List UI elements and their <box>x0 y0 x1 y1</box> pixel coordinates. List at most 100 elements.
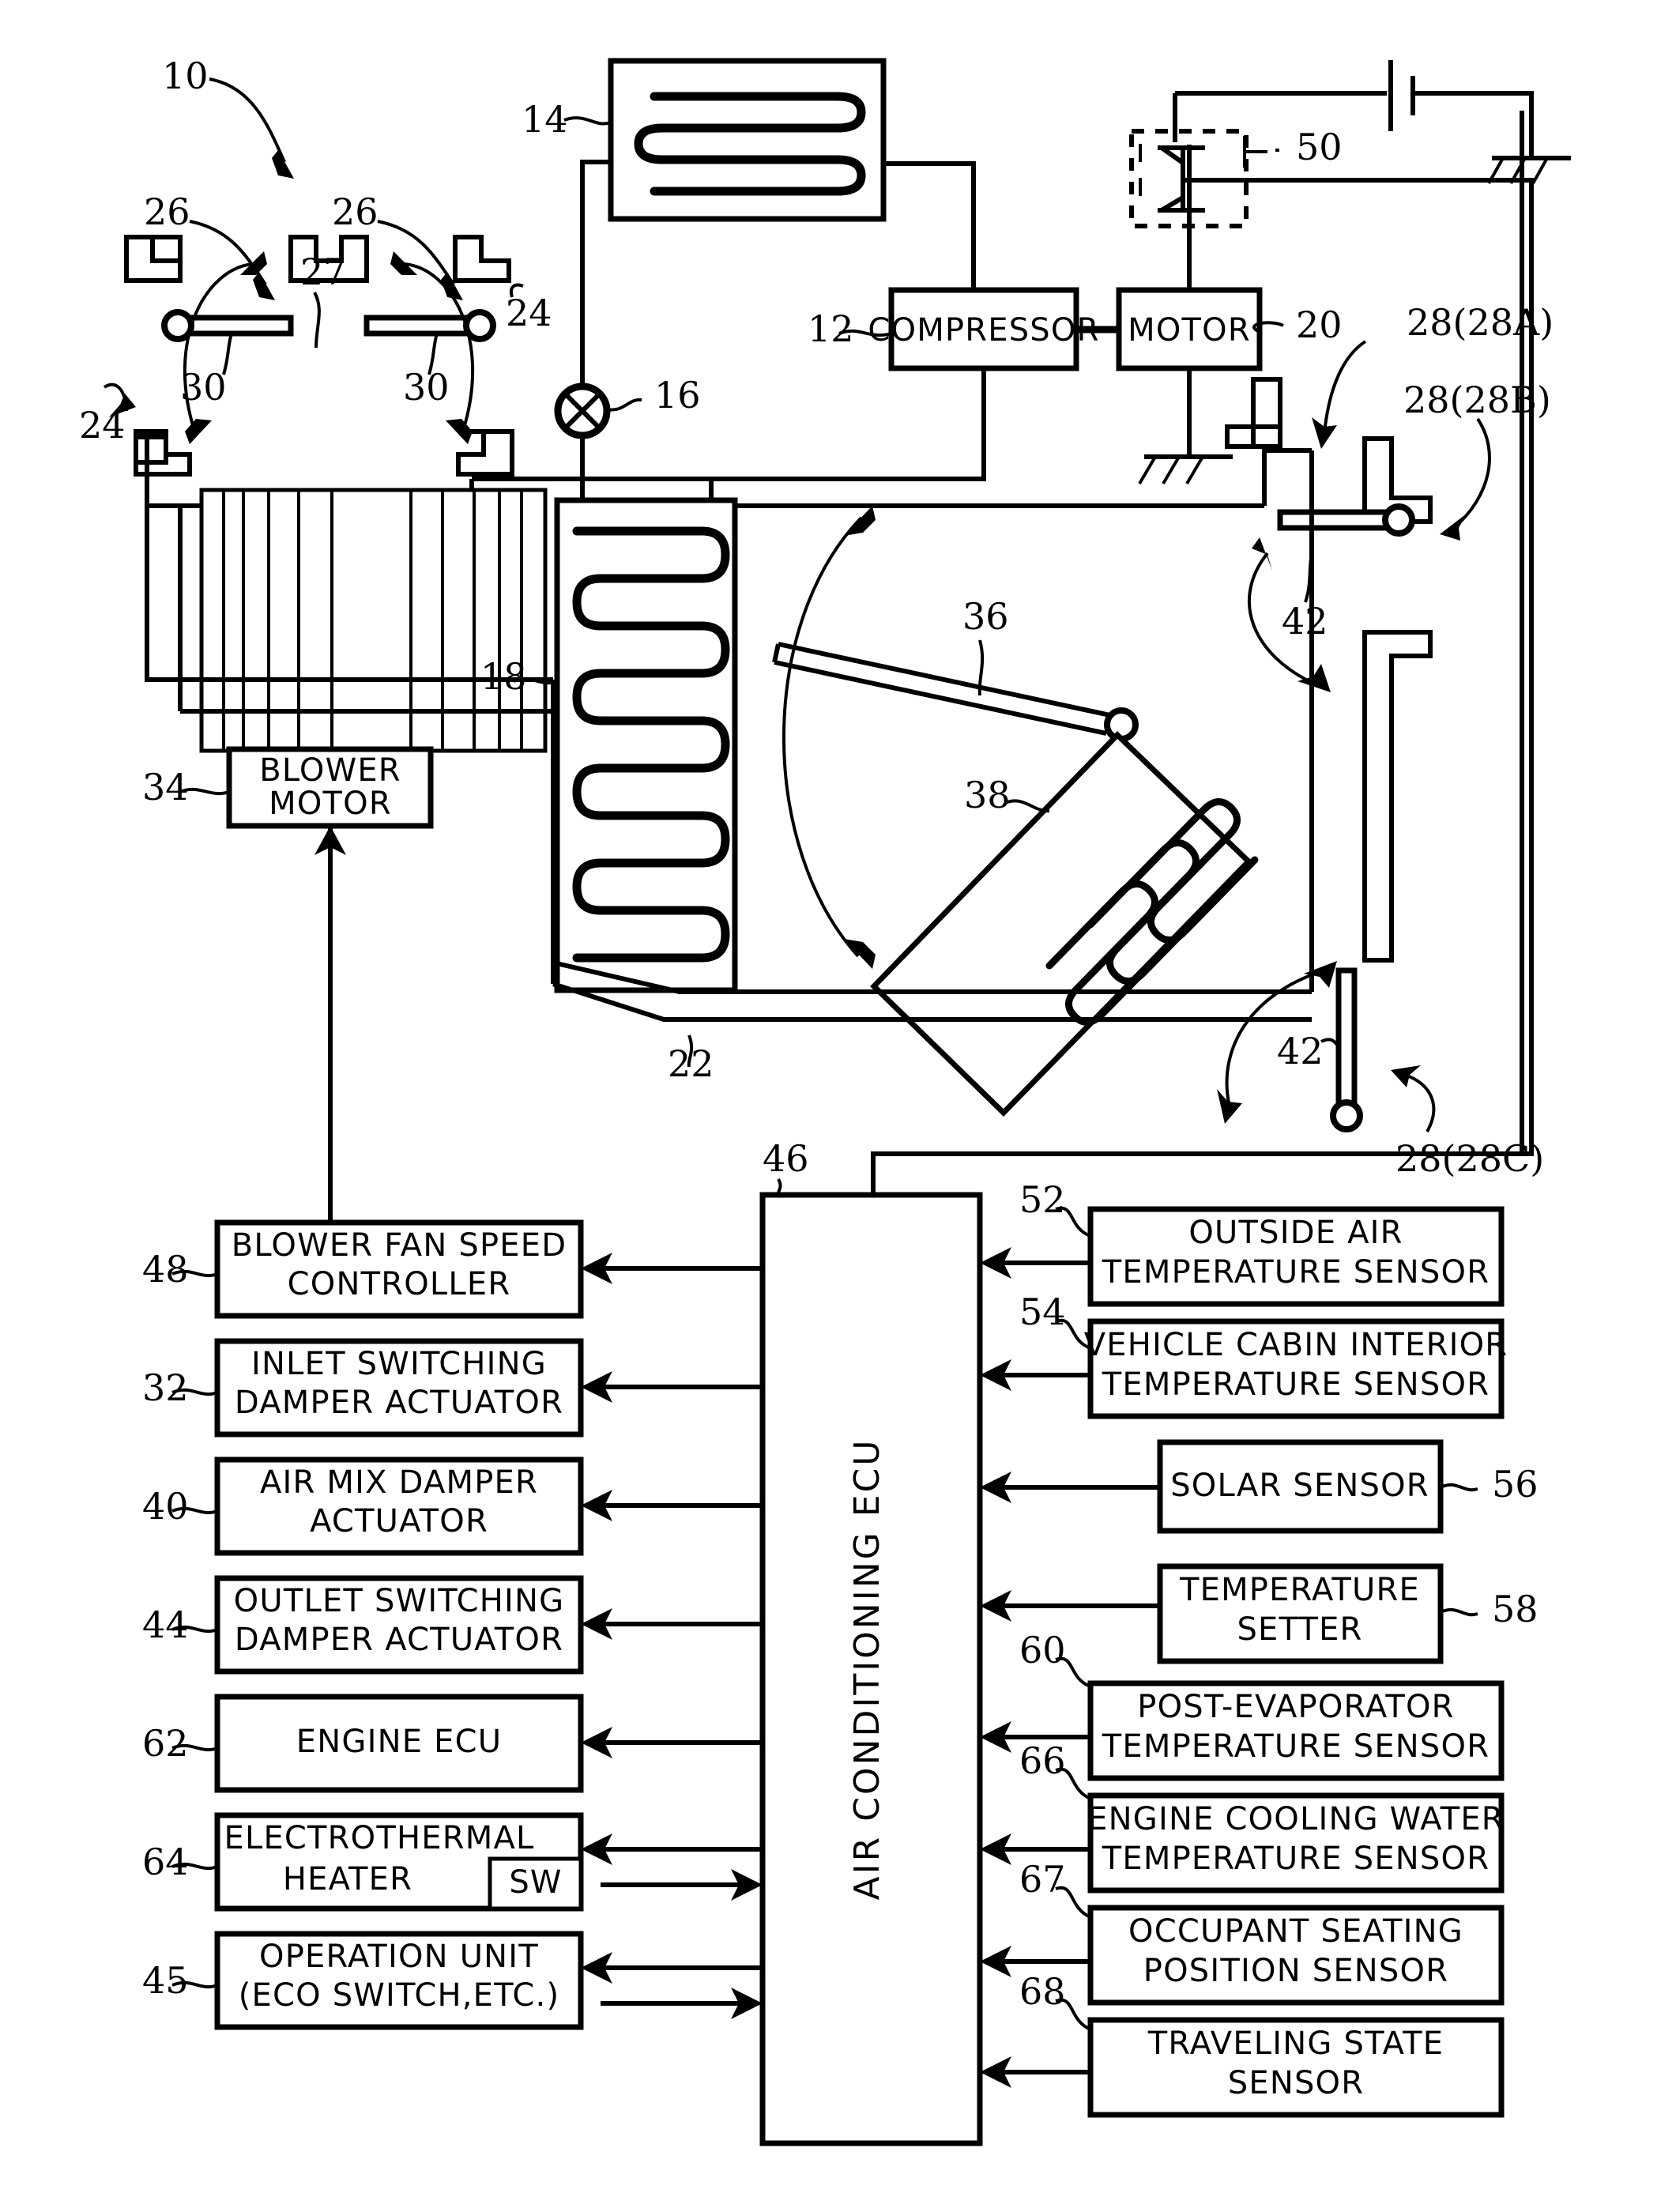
vehicle-air-conditioning-schematic: 10 14 COMPRESSOR 12 MOTOR 20 50 16 26 26… <box>79 55 1571 2146</box>
block-engine-ecu-62[interactable]: ENGINE ECU 62 <box>142 1694 763 1793</box>
block-66-line-1: ENGINE COOLING WATER <box>1087 1801 1505 1837</box>
block-blower-fan-speed-controller-48[interactable]: BLOWER FAN SPEED CONTROLLER 48 <box>142 1219 763 1319</box>
ref-28A: 28(28A) <box>1407 301 1554 344</box>
ref-28C: 28(28C) <box>1395 1137 1544 1180</box>
ref-54: 54 <box>1019 1291 1066 1333</box>
ref-60: 60 <box>1019 1629 1066 1671</box>
ref-16: 16 <box>654 374 701 416</box>
block-45-line-2: (ECO SWITCH,ETC.) <box>239 1977 560 2014</box>
compressor-12: COMPRESSOR 12 <box>808 287 1099 371</box>
ref-10: 10 <box>162 55 209 97</box>
ref-68: 68 <box>1019 1970 1066 2013</box>
block-67-line-1: OCCUPANT SEATING <box>1128 1913 1463 1950</box>
ref-12: 12 <box>808 307 854 350</box>
pipe-condenser-to-compressor <box>883 161 976 290</box>
ref-18: 18 <box>480 655 527 698</box>
block-outside-air-temperature-sensor-52[interactable]: OUTSIDE AIR TEMPERATURE SENSOR 52 <box>980 1178 1505 1307</box>
block-52-line-2: TEMPERATURE SENSOR <box>1102 1254 1490 1291</box>
duct-left-wall <box>145 506 193 682</box>
ref-42-upper: 42 <box>1282 600 1328 642</box>
motor-20: MOTOR 20 <box>1116 287 1343 371</box>
expansion-valve-16: 16 <box>554 374 701 506</box>
block-air-mix-damper-actuator-40[interactable]: AIR MIX DAMPER ACTUATOR 40 <box>142 1456 763 1556</box>
ref-62: 62 <box>142 1722 189 1765</box>
block-54-line-1: VEHICLE CABIN INTERIOR <box>1084 1327 1508 1363</box>
blower-motor-label-1: BLOWER <box>259 752 401 789</box>
heater-core-38: 38 <box>870 731 1259 1117</box>
ref-56: 56 <box>1492 1463 1539 1505</box>
blower-motor-34: BLOWER MOTOR 34 <box>142 746 434 1225</box>
ref-44: 44 <box>142 1603 189 1646</box>
block-68-line-2: SENSOR <box>1228 2065 1364 2101</box>
inlet-damper-right-26 <box>363 309 496 342</box>
ref-36: 36 <box>962 595 1009 638</box>
block-62-line-1: ENGINE ECU <box>296 1724 502 1760</box>
ref-14: 14 <box>522 98 568 141</box>
block-32-line-1: INLET SWITCHING <box>251 1346 547 1382</box>
ref-52: 52 <box>1019 1178 1066 1221</box>
block-inlet-switching-damper-actuator-32[interactable]: INLET SWITCHING DAMPER ACTUATOR 32 <box>142 1338 763 1438</box>
block-52-line-1: OUTSIDE AIR <box>1188 1215 1403 1251</box>
block-66-line-2: TEMPERATURE SENSOR <box>1102 1841 1490 1877</box>
compressor-label: COMPRESSOR <box>868 312 1099 349</box>
ref-48: 48 <box>142 1248 189 1291</box>
block-32-line-2: DAMPER ACTUATOR <box>235 1385 563 1421</box>
block-electrothermal-heater-64[interactable]: ELECTROTHERMAL HEATER SW 64 <box>142 1812 763 1912</box>
ref-66: 66 <box>1019 1739 1066 1782</box>
block-67-line-2: POSITION SENSOR <box>1143 1953 1448 1989</box>
ref-67: 67 <box>1019 1858 1066 1901</box>
block-68-line-1: TRAVELING STATE <box>1147 2025 1444 2062</box>
ref-20: 20 <box>1296 303 1343 346</box>
block-56-line-1: SOLAR SENSOR <box>1170 1468 1429 1504</box>
block-operation-unit-45[interactable]: OPERATION UNIT (ECO SWITCH,ETC.) 45 <box>142 1931 763 2030</box>
ref-45: 45 <box>142 1959 189 2002</box>
block-outlet-switching-damper-actuator-44[interactable]: OUTLET SWITCHING DAMPER ACTUATOR 44 <box>142 1575 763 1675</box>
block-40-line-1: AIR MIX DAMPER <box>260 1464 538 1501</box>
block-solar-sensor-56[interactable]: SOLAR SENSOR 56 <box>980 1439 1539 1534</box>
ref-50: 50 <box>1296 126 1343 168</box>
condenser-14: 14 <box>522 58 887 222</box>
ref-46: 46 <box>763 1137 809 1180</box>
patent-figure-page: 10 14 COMPRESSOR 12 MOTOR 20 50 16 26 26… <box>0 0 1676 2212</box>
block-45-line-1: OPERATION UNIT <box>259 1939 539 1975</box>
pipe-condenser-to-expansion <box>580 160 611 417</box>
block-54-line-2: TEMPERATURE SENSOR <box>1102 1366 1490 1403</box>
ref-30-right: 30 <box>403 366 450 409</box>
ref-58: 58 <box>1492 1588 1539 1630</box>
block-vehicle-cabin-interior-temperature-sensor-54[interactable]: VEHICLE CABIN INTERIOR TEMPERATURE SENSO… <box>980 1291 1508 1419</box>
ref-24-upper: 24 <box>506 292 552 334</box>
block-60-line-1: POST-EVAPORATOR <box>1137 1689 1454 1725</box>
block-64-line-2: HEATER <box>283 1861 412 1897</box>
ref-32: 32 <box>142 1366 189 1409</box>
ref-34: 34 <box>142 766 189 808</box>
motor-label: MOTOR <box>1128 312 1251 349</box>
callout-system-10: 10 <box>162 55 294 179</box>
ecu-label: AIR CONDITIONING ECU <box>847 1438 887 1901</box>
ref-28B: 28(28B) <box>1403 379 1551 421</box>
block-40-line-2: ACTUATOR <box>310 1503 488 1539</box>
block-60-line-2: TEMPERATURE SENSOR <box>1102 1728 1490 1765</box>
ref-64: 64 <box>142 1841 189 1883</box>
block-44-line-1: OUTLET SWITCHING <box>234 1583 565 1619</box>
block-48-line-2: CONTROLLER <box>288 1266 511 1302</box>
block-48-line-1: BLOWER FAN SPEED <box>232 1227 567 1264</box>
pipe-compressor-down <box>711 368 986 481</box>
air-conditioning-ecu-46: AIR CONDITIONING ECU 46 <box>759 1137 983 2146</box>
blower-motor-label-2: MOTOR <box>269 786 392 822</box>
block-44-line-2: DAMPER ACTUATOR <box>235 1622 563 1658</box>
ground-symbol-motor <box>1138 454 1233 485</box>
ref-27: 27 <box>300 251 347 293</box>
inlet-damper-left-26 <box>161 309 294 342</box>
ref-42-lower: 42 <box>1277 1030 1324 1072</box>
ref-26-left: 26 <box>144 190 190 233</box>
ref-40: 40 <box>142 1485 189 1528</box>
ref-30-left: 30 <box>180 366 227 409</box>
inverter-switch-50: 50 <box>1129 126 1343 228</box>
block-64-sw-label: SW <box>509 1864 562 1901</box>
ref-26-right: 26 <box>332 190 379 233</box>
block-58-line-2: SETTER <box>1237 1611 1362 1648</box>
block-64-line-1: ELECTROTHERMAL <box>224 1820 534 1856</box>
block-58-line-1: TEMPERATURE <box>1179 1572 1420 1608</box>
ref-38: 38 <box>964 774 1011 816</box>
inlet-assembly: 26 26 30 30 24 24 <box>79 190 552 477</box>
